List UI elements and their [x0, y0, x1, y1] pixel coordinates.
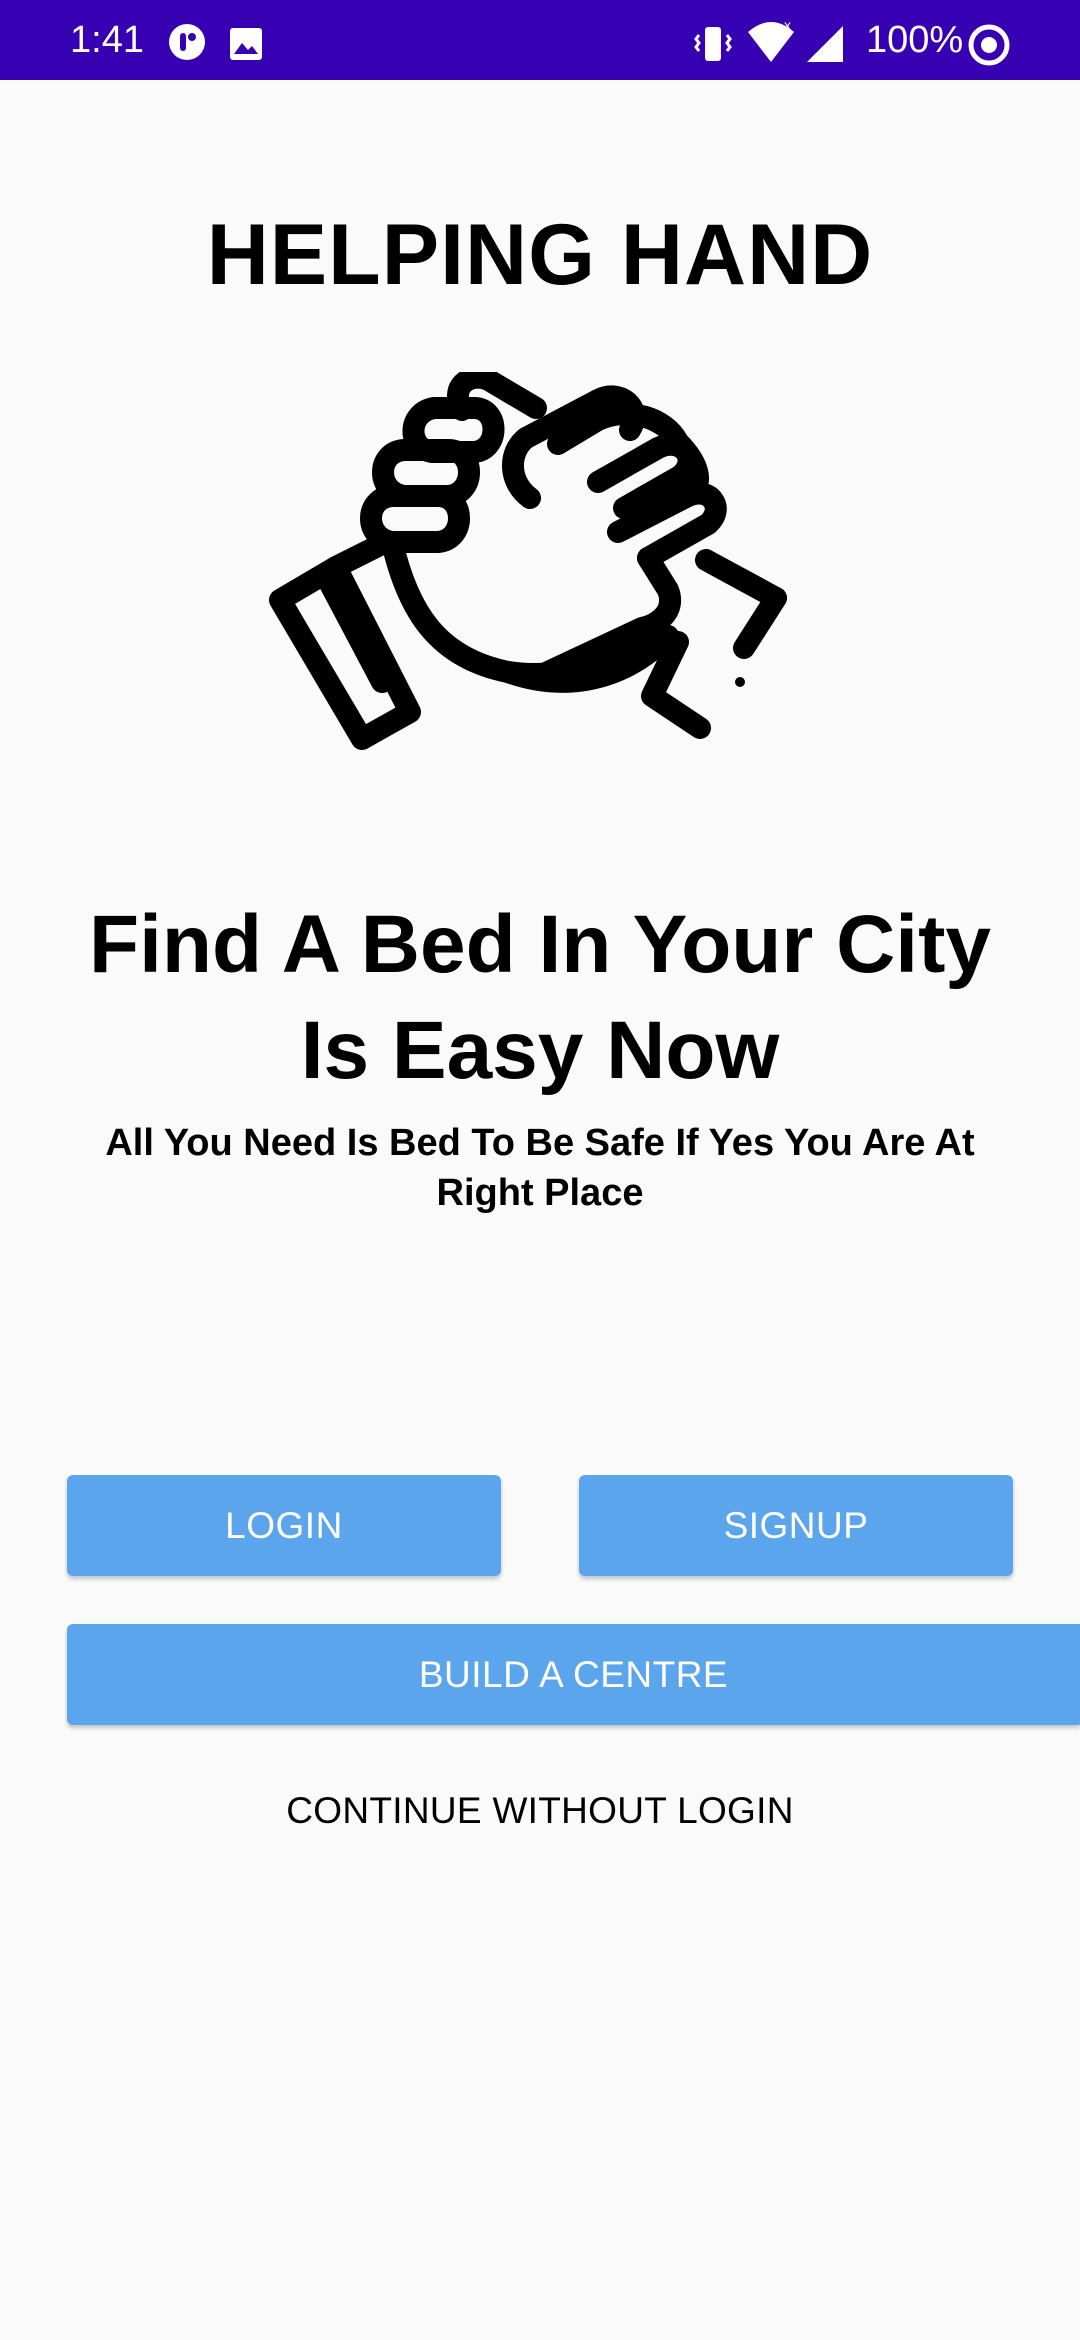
subline: All You Need Is Bed To Be Safe If Yes Yo… [60, 1118, 1020, 1218]
notification-app-icon [167, 22, 207, 67]
status-time: 1:41 [70, 19, 144, 61]
app-title: HELPING HAND [206, 207, 874, 303]
signal-icon [805, 24, 845, 69]
build-centre-button[interactable]: BUILD A CENTRE [67, 1624, 1080, 1725]
headline-line-2: Is Easy Now [300, 1005, 780, 1096]
image-icon [229, 27, 263, 66]
subline-line-2: Right Place [436, 1172, 644, 1214]
battery-percentage: 100% [866, 19, 964, 61]
svg-text:x: x [784, 18, 791, 33]
battery-ring-icon [967, 23, 1011, 72]
signup-button[interactable]: SIGNUP [579, 1475, 1013, 1576]
handshake-icon [268, 366, 812, 756]
continue-without-login-button[interactable]: CONTINUE WITHOUT LOGIN [0, 1786, 1080, 1836]
login-button[interactable]: LOGIN [67, 1475, 501, 1576]
vibrate-icon [693, 24, 733, 69]
headline-line-1: Find A Bed In Your City [89, 899, 991, 990]
headline: Find A Bed In Your City Is Easy Now [40, 892, 1040, 1104]
wifi-icon: x [746, 17, 796, 71]
status-bar: 1:41 x 100% [0, 0, 1080, 80]
subline-line-1: All You Need Is Bed To Be Safe If Yes Yo… [105, 1122, 975, 1164]
